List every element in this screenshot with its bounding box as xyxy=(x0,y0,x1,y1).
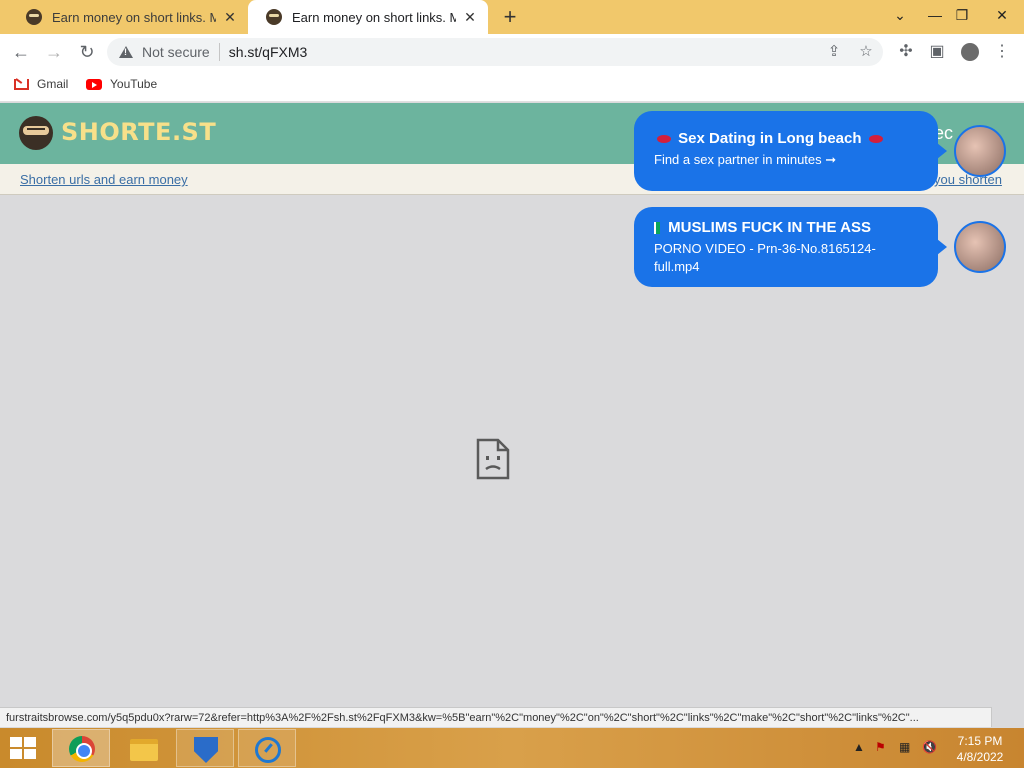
notification-title-row: MUSLIMS FUCK IN THE ASS xyxy=(654,219,918,236)
browser-tab-1[interactable]: Earn money on short links. Make ✕ xyxy=(8,0,248,34)
bookmarks-bar: Gmail YouTube xyxy=(0,70,1024,102)
new-tab-button[interactable]: + xyxy=(498,4,522,30)
taskbar-speedometer-app[interactable] xyxy=(238,729,296,767)
notification-thumbnail[interactable] xyxy=(954,221,1006,273)
notification-body: PORNO VIDEO - Prn-36-No.8165124-full.mp4 xyxy=(654,241,876,274)
taskbar-chrome[interactable] xyxy=(52,729,110,767)
shortest-favicon-icon xyxy=(266,9,282,25)
address-bar[interactable]: Not secure sh.st/qFXM3 ⇪ ☆ xyxy=(107,38,883,66)
taskbar-file-explorer[interactable] xyxy=(114,729,172,767)
tab-search-chevron-icon[interactable]: ⌄ xyxy=(883,0,917,30)
taskbar-shield-app[interactable] xyxy=(176,729,234,767)
clock-date: 4/8/2022 xyxy=(956,750,1004,764)
notification-title: MUSLIMS FUCK IN THE ASS xyxy=(668,219,871,236)
tab-close-icon[interactable]: ✕ xyxy=(222,9,238,26)
shield-app-icon xyxy=(194,737,218,763)
bookmark-star-icon[interactable]: ☆ xyxy=(857,43,875,61)
push-notification-1[interactable]: Sex Dating in Long beach Find a sex part… xyxy=(634,111,947,191)
bookmark-label: YouTube xyxy=(110,77,158,91)
close-window-icon[interactable]: ✕ xyxy=(985,0,1019,30)
windows-taskbar: ▲ ⚑ ▦ 🔇 7:15 PM 4/8/2022 xyxy=(0,728,1024,768)
tray-overflow-chevron-icon[interactable]: ▲ xyxy=(853,740,865,754)
link-status-bar: furstraitsbrowse.com/y5q5pdu0x?rarw=72&r… xyxy=(0,707,992,727)
profile-avatar-icon[interactable] xyxy=(961,43,979,61)
lips-emoji-icon xyxy=(657,135,671,144)
bookmark-label: Gmail xyxy=(37,77,69,91)
clock-time: 7:15 PM xyxy=(957,734,1003,748)
browser-toolbar: ← → ↻ Not secure sh.st/qFXM3 ⇪ ☆ ✣ ▣ ⋮ xyxy=(0,34,1024,70)
tray-network-icon[interactable]: ▦ xyxy=(899,740,910,754)
back-arrow-icon[interactable]: ← xyxy=(9,40,33,64)
security-label[interactable]: Not secure xyxy=(142,44,210,60)
reload-icon[interactable]: ↻ xyxy=(75,40,99,64)
tab-title: Earn money on short links. Make xyxy=(52,9,216,25)
push-notification-2[interactable]: MUSLIMS FUCK IN THE ASS PORNO VIDEO - Pr… xyxy=(634,207,947,287)
ninja-logo-icon[interactable] xyxy=(19,116,53,150)
tray-flag-alert-icon[interactable]: ⚑ xyxy=(875,740,886,754)
speedometer-icon xyxy=(255,737,281,763)
chrome-icon xyxy=(69,736,95,762)
share-icon[interactable]: ⇪ xyxy=(825,43,843,61)
tab-strip: Earn money on short links. Make ✕ Earn m… xyxy=(0,0,1024,34)
lips-emoji-icon xyxy=(868,135,883,144)
system-clock[interactable]: 7:15 PM 4/8/2022 xyxy=(950,733,1010,765)
notification-body: Find a sex partner in minutes ➞ xyxy=(654,152,837,167)
address-divider xyxy=(218,43,220,61)
tab-title: Earn money on short links. Make xyxy=(292,9,456,25)
site-logo-text[interactable]: SHORTE.ST xyxy=(61,118,216,146)
restore-window-icon[interactable]: ❐ xyxy=(945,0,979,30)
bookmark-gmail[interactable]: Gmail xyxy=(14,77,68,91)
youtube-icon xyxy=(86,78,102,90)
notification-title-row: Sex Dating in Long beach xyxy=(654,130,918,147)
sad-page-icon xyxy=(476,438,510,480)
menu-kebab-icon[interactable]: ⋮ xyxy=(992,42,1012,62)
extensions-puzzle-icon[interactable]: ✣ xyxy=(896,42,916,62)
file-explorer-icon xyxy=(130,739,158,761)
notification-thumbnail[interactable] xyxy=(954,125,1006,177)
gmail-icon xyxy=(14,78,29,90)
url-text[interactable]: sh.st/qFXM3 xyxy=(229,44,308,60)
browser-tab-2[interactable]: Earn money on short links. Make ✕ xyxy=(248,0,488,34)
windows-start-icon[interactable] xyxy=(10,737,38,761)
warning-triangle-icon[interactable] xyxy=(119,46,133,58)
forward-arrow-icon[interactable]: → xyxy=(42,40,66,64)
notification-title: Sex Dating in Long beach xyxy=(678,130,862,147)
bookmark-youtube[interactable]: YouTube xyxy=(86,77,157,91)
tab-close-icon[interactable]: ✕ xyxy=(462,9,478,26)
shortest-favicon-icon xyxy=(26,9,42,25)
tray-volume-muted-icon[interactable]: 🔇 xyxy=(922,740,937,754)
flag-emoji-icon xyxy=(654,222,660,235)
shorten-urls-link[interactable]: Shorten urls and earn money xyxy=(20,172,188,187)
side-panel-icon[interactable]: ▣ xyxy=(927,42,947,62)
